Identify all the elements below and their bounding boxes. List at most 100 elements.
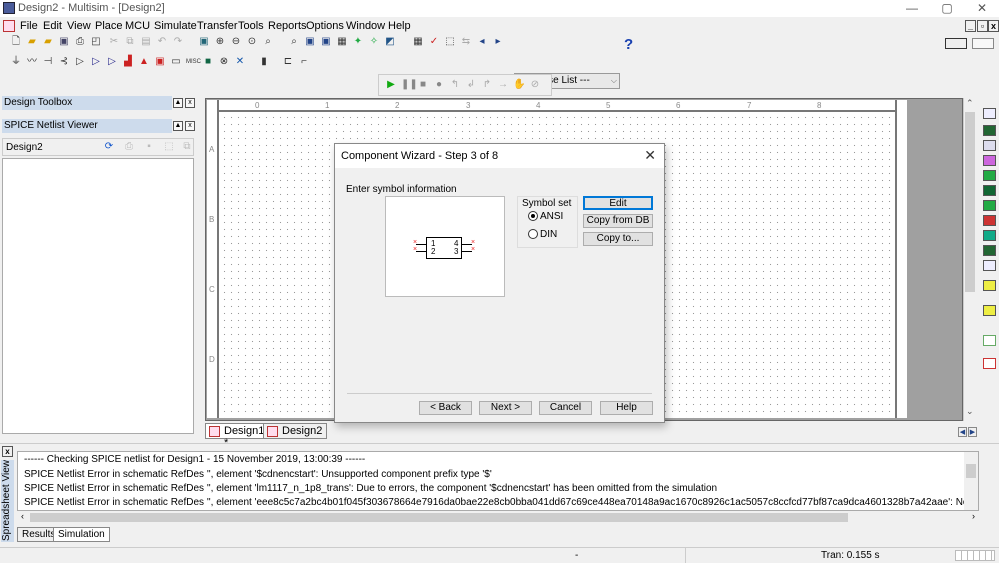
menu-place[interactable]: Place xyxy=(95,20,123,32)
tab-design1[interactable]: Design1 * xyxy=(205,423,270,449)
spreadsheet-toggle-icon[interactable]: ▣ xyxy=(320,36,332,48)
rf-icon[interactable]: ⊗ xyxy=(218,56,230,68)
undo-icon[interactable]: ↶ xyxy=(156,36,168,48)
wattmeter-icon[interactable] xyxy=(983,140,996,151)
misc-icon[interactable]: MISC xyxy=(186,56,201,68)
bus-icon[interactable]: ⌐ xyxy=(298,56,310,68)
four-channel-oscilloscope-icon[interactable] xyxy=(983,170,996,181)
frequency-counter-icon[interactable] xyxy=(983,200,996,211)
document-icon[interactable] xyxy=(3,20,15,32)
analog-icon[interactable]: ▷ xyxy=(74,56,86,68)
design-toolbox-toggle-icon[interactable]: ▣ xyxy=(304,36,316,48)
forward-annotate-icon[interactable]: ▸ xyxy=(492,36,504,48)
tab-simulation[interactable]: Simulation xyxy=(53,527,110,542)
save-netlist-icon[interactable]: ▪ xyxy=(143,141,155,153)
misc-digital-icon[interactable]: ▟ xyxy=(122,56,134,68)
menu-file[interactable]: File xyxy=(20,20,38,32)
remove-breakpoints-icon[interactable]: ⊘ xyxy=(529,79,541,91)
transfer-icon[interactable]: ⇆ xyxy=(460,36,472,48)
step-back-icon[interactable]: ↰ xyxy=(449,79,461,91)
redo-icon[interactable]: ↷ xyxy=(172,36,184,48)
menu-view[interactable]: View xyxy=(67,20,91,32)
current-clamp-icon[interactable] xyxy=(983,335,996,346)
design-toolbox-expand-button[interactable]: ▲ xyxy=(173,98,183,108)
spice-viewer-expand-button[interactable]: ▲ xyxy=(173,121,183,131)
menu-tools[interactable]: Tools xyxy=(238,20,264,32)
zoom-in-icon[interactable]: ⊕ xyxy=(214,36,226,48)
log-vertical-scrollbar[interactable] xyxy=(964,452,978,510)
grapher-icon[interactable]: ◩ xyxy=(384,36,396,48)
hierarchical-block-icon[interactable]: ⊏ xyxy=(282,56,294,68)
log-scroll-thumb[interactable] xyxy=(966,464,976,478)
print-icon[interactable]: ⎙ xyxy=(74,36,86,48)
open-sample-icon[interactable]: ▰ xyxy=(42,36,54,48)
tab-scroll-left-icon[interactable]: ◀ xyxy=(958,427,967,437)
tab-design2[interactable]: Design2 xyxy=(263,423,328,439)
next-button[interactable]: Next > xyxy=(479,401,532,415)
back-annotate-icon[interactable]: ◂ xyxy=(476,36,488,48)
measurement-probe-icon[interactable] xyxy=(983,280,996,291)
basic-icon[interactable]: 〰 xyxy=(26,56,38,68)
cmos-icon[interactable]: ▷ xyxy=(106,56,118,68)
copy-from-db-button[interactable]: Copy from DB xyxy=(583,214,653,228)
maximize-button[interactable]: ▢ xyxy=(932,0,962,17)
new-icon[interactable]: 🗋 xyxy=(10,36,22,48)
scroll-right-icon[interactable]: › xyxy=(972,511,975,521)
vertical-scroll-thumb[interactable] xyxy=(965,112,975,292)
logic-converter-icon[interactable] xyxy=(983,245,996,256)
multimeter-icon[interactable] xyxy=(983,108,996,119)
record-icon[interactable]: ● xyxy=(433,79,445,91)
electromechanical-icon[interactable]: ✕ xyxy=(234,56,246,68)
stop-icon[interactable]: ■ xyxy=(417,79,429,91)
menu-simulate[interactable]: Simulate xyxy=(154,20,197,32)
find-icon[interactable]: ⌕ xyxy=(288,36,300,48)
refresh-icon[interactable]: ⟳ xyxy=(103,141,115,153)
scroll-left-icon[interactable]: ‹ xyxy=(21,511,24,521)
dialog-close-icon[interactable]: ✕ xyxy=(644,147,656,164)
oscilloscope-icon[interactable] xyxy=(983,155,996,166)
transistor-icon[interactable]: ⊰ xyxy=(58,56,70,68)
ttl-icon[interactable]: ▷ xyxy=(90,56,102,68)
function-generator-icon[interactable] xyxy=(983,125,996,136)
scroll-up-icon[interactable]: ⌃ xyxy=(966,98,974,109)
zoom-area-icon[interactable]: ⊙ xyxy=(246,36,258,48)
erc-icon[interactable]: ✓ xyxy=(428,36,440,48)
zoom-fit-icon[interactable]: ⌕ xyxy=(262,36,274,48)
logic-analyzer-icon[interactable] xyxy=(983,230,996,241)
component-wizard-icon[interactable]: ✦ xyxy=(352,36,364,48)
spreadsheet-close-button[interactable]: x xyxy=(2,446,13,457)
paste-icon[interactable]: ▤ xyxy=(140,36,152,48)
copy-to-button[interactable]: Copy to... xyxy=(583,232,653,246)
toggle-fullscreen-icon[interactable]: ▣ xyxy=(198,36,210,48)
iv-analyzer-icon[interactable] xyxy=(983,260,996,271)
menu-reports[interactable]: Reports xyxy=(268,20,307,32)
sim-list-icon[interactable]: ✧ xyxy=(368,36,380,48)
menu-mcu[interactable]: MCU xyxy=(125,20,150,32)
spreadsheet-view-vtab[interactable]: Spreadsheet View xyxy=(1,460,14,542)
cancel-button[interactable]: Cancel xyxy=(539,401,592,415)
source-icon[interactable]: ⏚ xyxy=(10,56,22,68)
ansi-radio[interactable] xyxy=(528,211,538,221)
database-manager-icon[interactable]: ▦ xyxy=(336,36,348,48)
minimize-button[interactable]: — xyxy=(897,0,927,17)
spice-netlist-content[interactable] xyxy=(2,158,194,434)
advanced-peripherals-icon[interactable]: ■ xyxy=(202,56,214,68)
menu-help[interactable]: Help xyxy=(388,20,411,32)
close-button[interactable]: ✕ xyxy=(967,0,997,17)
help-button[interactable]: Help xyxy=(600,401,653,415)
help-icon[interactable]: ? xyxy=(624,36,633,53)
power-icon[interactable]: ▭ xyxy=(170,56,182,68)
din-radio[interactable] xyxy=(528,229,538,239)
back-button[interactable]: < Back xyxy=(419,401,472,415)
select-all-icon[interactable]: ⬚ xyxy=(163,141,175,153)
save-icon[interactable]: ▣ xyxy=(58,36,70,48)
word-generator-icon[interactable] xyxy=(983,215,996,226)
mdi-restore-button[interactable]: ▫ xyxy=(977,20,988,32)
probe-icon[interactable] xyxy=(983,358,996,369)
layout-view-icon[interactable] xyxy=(972,38,994,49)
menu-window[interactable]: Window xyxy=(346,20,385,32)
scroll-down-icon[interactable]: ⌄ xyxy=(966,406,974,417)
log-hscroll-thumb[interactable] xyxy=(30,513,848,522)
bode-plotter-icon[interactable] xyxy=(983,185,996,196)
results-log[interactable]: ------ Checking SPICE netlist for Design… xyxy=(17,451,979,511)
